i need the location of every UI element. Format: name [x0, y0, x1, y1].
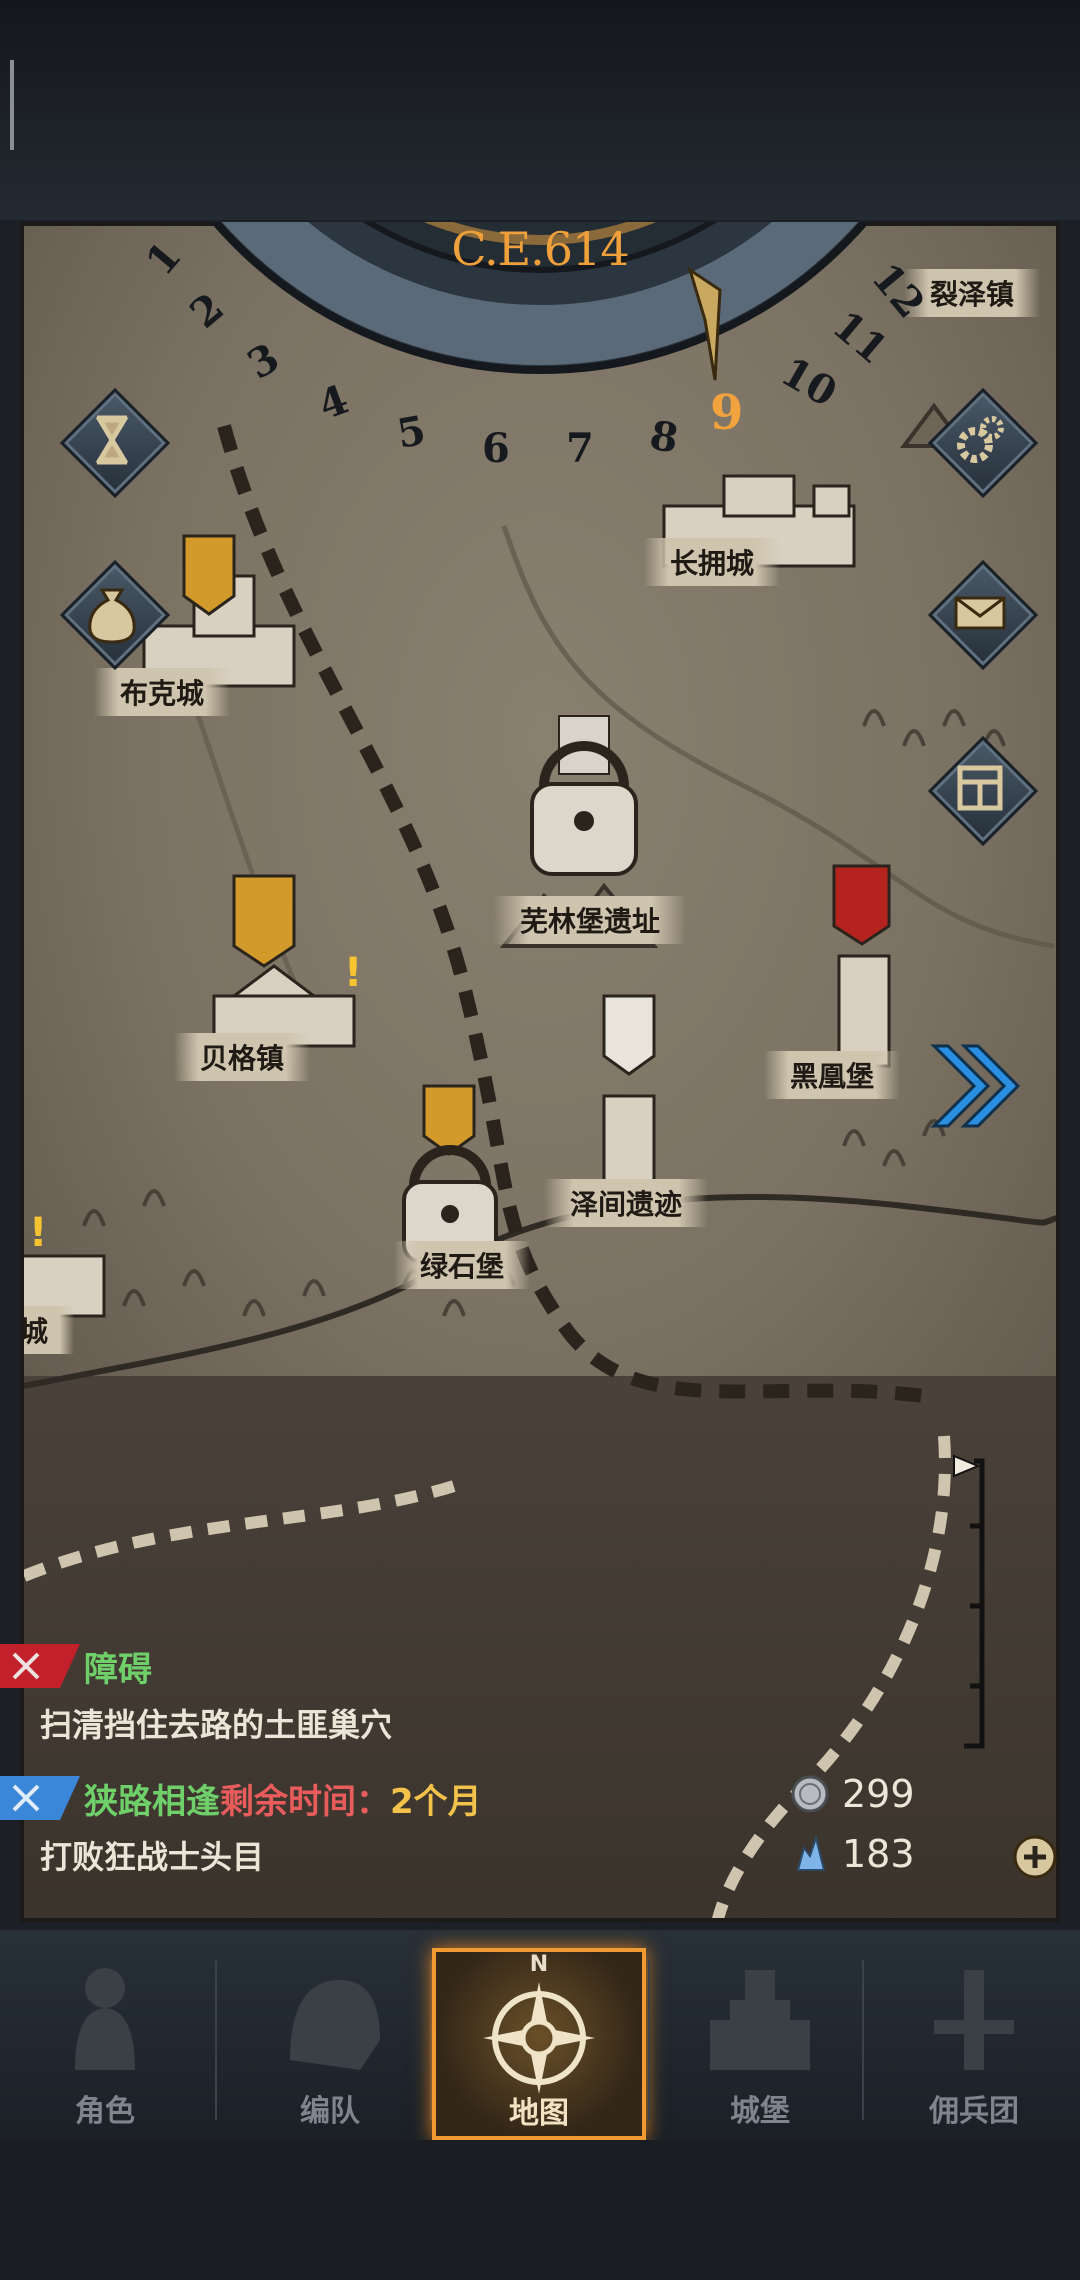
hourglass-icon [95, 415, 129, 465]
compass-north-label: N [529, 1952, 549, 1977]
quest-time-label: 剩余时间 [220, 1781, 356, 1822]
knight-icon [75, 1968, 135, 2070]
tower-icon [602, 994, 656, 1208]
money-bag-button[interactable] [59, 559, 171, 671]
nav-tab-character[interactable]: 角色 [5, 1950, 205, 2130]
banner-sword-icon [934, 1970, 1014, 2070]
location-label-heihuangbao[interactable]: 黑凰堡 [764, 1051, 901, 1099]
month-1: 1 [137, 233, 191, 285]
next-region-icon [930, 1044, 1021, 1128]
mail-button[interactable] [927, 559, 1039, 671]
month-8: 8 [646, 412, 682, 463]
hourglass-button[interactable] [59, 387, 171, 499]
window-icon [957, 765, 1003, 811]
crystal-icon [796, 1834, 826, 1871]
month-10: 10 [773, 348, 845, 417]
quest-title: 障碍 [84, 1649, 152, 1690]
current-month: 9 [710, 385, 744, 441]
month-2: 2 [181, 284, 233, 338]
svg-text:!: ! [344, 950, 362, 996]
settings-button[interactable] [927, 387, 1039, 499]
castle-nav-icon [710, 1970, 810, 2070]
helmet-icon [290, 1980, 380, 2070]
quest-title: 狭路相逢 [84, 1781, 220, 1822]
nav-tab-mercenary[interactable]: 佣兵团 [874, 1950, 1074, 2130]
month-7: 7 [566, 425, 594, 472]
location-label-edge-city[interactable]: 城 [24, 1306, 75, 1354]
calendar-dial[interactable]: 1 2 3 4 5 6 7 8 10 11 12 [0, 0, 1080, 560]
add-resource-button[interactable] [1012, 1834, 1058, 1880]
location-label-wulinbao-ruins[interactable]: 芜林堡遗址 [494, 896, 687, 944]
system-bottom-bar [0, 2140, 1080, 2280]
crossed-swords-icon [0, 1644, 80, 1688]
quest-narrow-encounter[interactable]: 狭路相逢 剩余时间 ： 2个月 打败狂战士头目 [0, 1776, 560, 1878]
quest-time-colon: ： [356, 1781, 390, 1822]
town-icon: ! [212, 874, 362, 1048]
crystal-counter: 183 [790, 1832, 915, 1876]
quest-time-value: 2个月 [390, 1781, 482, 1822]
location-label-beigezhen[interactable]: 贝格镇 [174, 1033, 311, 1081]
bottom-navigation: 角色 编队 N 地图 城堡 佣兵团 [0, 1930, 1080, 2140]
silver-amount: 299 [842, 1772, 915, 1816]
nav-tab-map[interactable]: N 地图 [432, 1948, 646, 2140]
quest-description: 打败狂战士头目 [40, 1838, 265, 1876]
month-12: 12 [862, 254, 934, 327]
nav-tab-formation[interactable]: 编队 [230, 1950, 430, 2130]
quest-obstacle[interactable]: 障碍 扫清挡住去路的土匪巢穴 [0, 1644, 560, 1746]
month-4: 4 [312, 376, 354, 430]
gear-icon [957, 416, 1004, 463]
crossed-swords-icon [0, 1776, 80, 1820]
nav-label: 地图 [509, 2096, 569, 2131]
month-11: 11 [824, 302, 897, 374]
location-label-lvshibao[interactable]: 绿石堡 [394, 1241, 531, 1289]
nav-label: 城堡 [730, 2094, 790, 2129]
month-3: 3 [240, 334, 288, 389]
crystal-amount: 183 [842, 1832, 915, 1876]
nav-label: 角色 [75, 2094, 135, 2129]
month-5: 5 [394, 407, 430, 458]
padlock-icon [530, 715, 638, 876]
quest-description: 扫清挡住去路的土匪巢穴 [40, 1706, 393, 1744]
mail-icon [954, 596, 1006, 630]
padlock-icon [402, 1084, 498, 1264]
nav-label: 编队 [300, 2094, 360, 2129]
month-6: 6 [482, 425, 510, 472]
compass-icon [483, 1982, 595, 2094]
castle-icon: ! [24, 1210, 106, 1318]
tower-icon [832, 864, 891, 1068]
silver-counter: 299 [790, 1772, 915, 1816]
location-label-bukecheng[interactable]: 布克城 [94, 668, 231, 716]
nav-label: 佣兵团 [929, 2094, 1019, 2129]
silver-coin-icon [791, 1775, 829, 1813]
svg-text:!: ! [29, 1210, 47, 1256]
nav-tab-castle[interactable]: 城堡 [660, 1950, 860, 2130]
calendar-year: C.E.614 [451, 222, 629, 276]
money-bag-icon [88, 588, 136, 644]
window-button[interactable] [927, 735, 1039, 847]
location-label-zejian-ruins[interactable]: 泽间遗迹 [544, 1179, 709, 1227]
